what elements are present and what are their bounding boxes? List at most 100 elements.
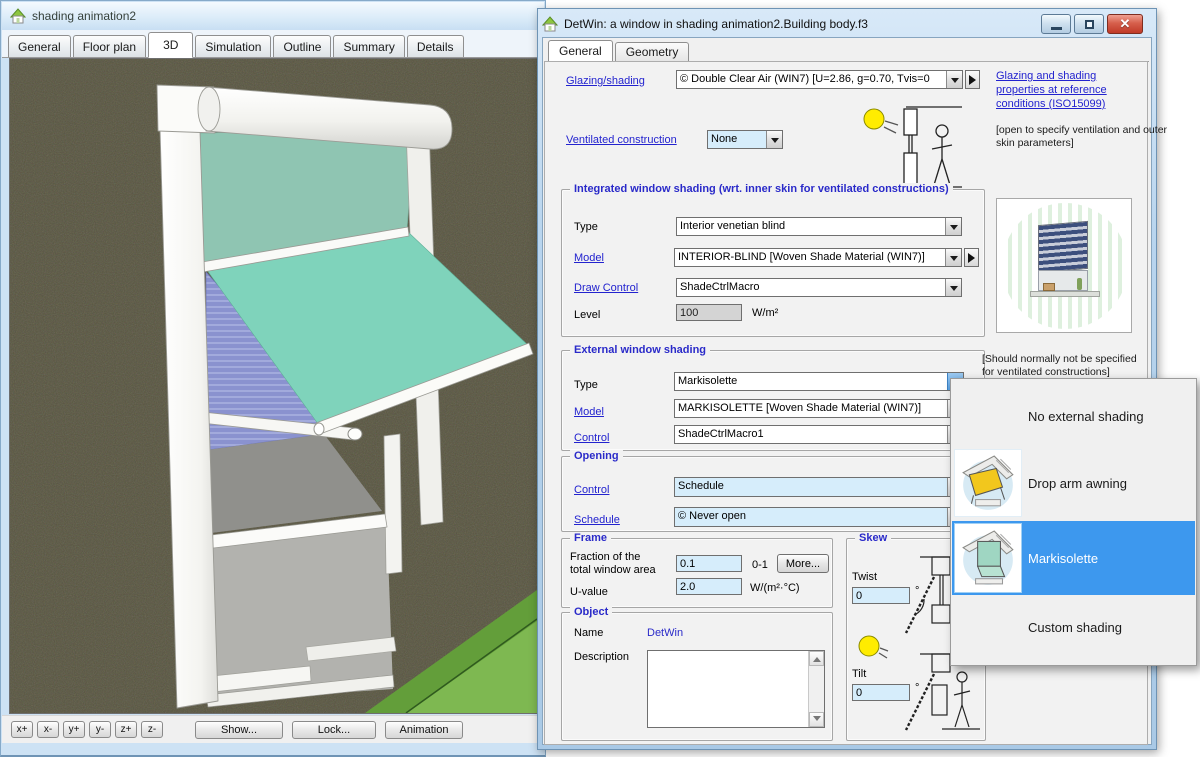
restore-button[interactable]: [1074, 14, 1104, 34]
popup-item-no-external-shading[interactable]: No external shading: [952, 385, 1195, 447]
external-control-combo[interactable]: ShadeCtrlMacro1: [674, 425, 964, 444]
more-button[interactable]: More...: [777, 554, 829, 573]
opening-control-combo[interactable]: Schedule: [674, 477, 964, 497]
object-group: Object Name DetWin Description: [561, 612, 833, 741]
ventilated-dropdown-arrow-icon[interactable]: [766, 131, 782, 148]
popup-item-drop-arm-awning[interactable]: Drop arm awning: [952, 447, 1195, 519]
fraction-label-line2: total window area: [570, 564, 656, 576]
tab-outline-label: Outline: [283, 40, 321, 54]
frame-group-title: Frame: [570, 532, 611, 544]
tab-floor-plan[interactable]: Floor plan: [73, 35, 146, 57]
integrated-model-open-button[interactable]: [964, 248, 979, 267]
level-label: Level: [574, 309, 600, 321]
tab-summary-label: Summary: [343, 40, 394, 54]
viewport-toolbar: x+ x- y+ y- z+ z- Show... Lock... Animat…: [2, 715, 544, 743]
draw-control-combo[interactable]: ShadeCtrlMacro: [676, 278, 962, 297]
integrated-type-combo[interactable]: Interior venetian blind: [676, 217, 962, 236]
axis-button-x-plus[interactable]: x+: [11, 721, 33, 738]
preview-venetian-blind: [1038, 221, 1088, 273]
popup-item-markisolette[interactable]: Markisolette: [952, 521, 1195, 595]
tab-3d[interactable]: 3D: [148, 32, 193, 58]
external-type-combo[interactable]: Markisolette: [674, 372, 964, 391]
glazing-combo[interactable]: © Double Clear Air (WIN7) [U=2.86, g=0.7…: [676, 70, 963, 89]
integrated-type-value: Interior venetian blind: [677, 218, 945, 235]
scroll-up-icon[interactable]: [809, 651, 824, 666]
left-window-title: shading animation2: [32, 9, 136, 23]
opening-schedule-combo[interactable]: © Never open: [674, 507, 964, 527]
left-window: shading animation2 General Floor plan 3D…: [0, 0, 546, 757]
object-name-label: Name: [574, 627, 603, 639]
ventilated-construction-link-label[interactable]: Ventilated construction: [566, 134, 677, 146]
integrated-model-dropdown-arrow-icon[interactable]: [945, 249, 961, 266]
opening-schedule-link-label[interactable]: Schedule: [574, 514, 620, 526]
external-control-link-label[interactable]: Control: [574, 432, 609, 444]
glazing-combo-value: © Double Clear Air (WIN7) [U=2.86, g=0.7…: [677, 71, 946, 88]
sun-window-person-schematic: [854, 97, 964, 192]
integrated-model-link-label[interactable]: Model: [574, 252, 604, 264]
front-bar-cap: [314, 423, 324, 435]
axis-button-z-plus[interactable]: z+: [115, 721, 137, 738]
axis-button-y-plus[interactable]: y+: [63, 721, 85, 738]
tab-dialog-geometry[interactable]: Geometry: [615, 42, 690, 61]
tab-outline[interactable]: Outline: [273, 35, 331, 57]
glazing-properties-link[interactable]: Glazing and shading properties at refere…: [996, 69, 1148, 111]
external-shading-group-title: External window shading: [570, 344, 710, 356]
glazing-shading-link-label[interactable]: Glazing/shading: [566, 75, 645, 87]
external-shading-group: External window shading Type Markisolett…: [561, 350, 985, 451]
popup-item-markisolette-label: Markisolette: [1028, 551, 1098, 566]
drop-arm-awning-icon: [954, 449, 1022, 517]
skew-group-title: Skew: [855, 532, 891, 544]
tab-simulation[interactable]: Simulation: [195, 35, 271, 57]
right-arrow-icon: [968, 253, 980, 263]
lock-button[interactable]: Lock...: [292, 721, 376, 739]
description-scrollbar[interactable]: [808, 651, 824, 727]
integrated-type-dropdown-arrow-icon[interactable]: [945, 218, 961, 235]
description-textarea[interactable]: [648, 651, 808, 727]
integrated-shading-group-title: Integrated window shading (wrt. inner sk…: [570, 183, 953, 195]
fraction-range: 0-1: [752, 559, 768, 571]
integrated-type-label: Type: [574, 221, 598, 233]
uvalue-field[interactable]: [676, 578, 742, 595]
opening-control-link-label[interactable]: Control: [574, 484, 609, 496]
dialog-tabstrip: General Geometry: [545, 40, 1149, 62]
integrated-model-combo[interactable]: INTERIOR-BLIND [Woven Shade Material (WI…: [674, 248, 962, 267]
draw-control-link-label[interactable]: Draw Control: [574, 282, 638, 294]
frame-stub: [384, 434, 402, 574]
app-house-icon: [10, 8, 26, 24]
external-model-value: MARKISOLETTE [Woven Shade Material (WIN7…: [675, 400, 947, 417]
ventilated-note: [open to specify ventilation and outer s…: [996, 124, 1168, 150]
tab-dialog-general[interactable]: General: [548, 40, 613, 62]
tab-3d-label: 3D: [163, 38, 178, 52]
ventilated-combo[interactable]: None: [707, 130, 783, 149]
external-type-value: Markisolette: [675, 373, 947, 390]
external-type-popup: No external shading Drop arm awning: [950, 378, 1197, 666]
external-model-combo[interactable]: MARKISOLETTE [Woven Shade Material (WIN7…: [674, 399, 964, 418]
integrated-shading-preview: [996, 198, 1132, 333]
fraction-field[interactable]: [676, 555, 742, 572]
minimize-button[interactable]: [1041, 14, 1071, 34]
draw-control-value: ShadeCtrlMacro: [677, 279, 945, 296]
close-button[interactable]: ✕: [1107, 14, 1143, 34]
preview-circle: [1002, 203, 1128, 329]
glazing-dropdown-arrow-icon[interactable]: [946, 71, 962, 88]
animation-button[interactable]: Animation: [385, 721, 463, 739]
scroll-down-icon[interactable]: [809, 712, 824, 727]
level-unit: W/m²: [752, 307, 778, 319]
tab-details[interactable]: Details: [407, 35, 464, 57]
glazing-open-button[interactable]: [965, 70, 980, 89]
tab-dialog-geometry-label: Geometry: [626, 45, 679, 59]
object-name-value: DetWin: [647, 627, 683, 639]
axis-button-x-minus[interactable]: x-: [37, 721, 59, 738]
external-model-link-label[interactable]: Model: [574, 406, 604, 418]
dialog-house-icon: [542, 16, 558, 32]
axis-button-y-minus[interactable]: y-: [89, 721, 111, 738]
tab-summary[interactable]: Summary: [333, 35, 404, 57]
frame-group: Frame Fraction of the total window area …: [561, 538, 833, 608]
tab-details-label: Details: [417, 40, 454, 54]
tab-general[interactable]: General: [8, 35, 71, 57]
draw-control-dropdown-arrow-icon[interactable]: [945, 279, 961, 296]
3d-viewport[interactable]: [9, 58, 538, 714]
show-button[interactable]: Show...: [195, 721, 283, 739]
popup-item-custom-shading[interactable]: Custom shading: [952, 595, 1195, 660]
axis-button-z-minus[interactable]: z-: [141, 721, 163, 738]
